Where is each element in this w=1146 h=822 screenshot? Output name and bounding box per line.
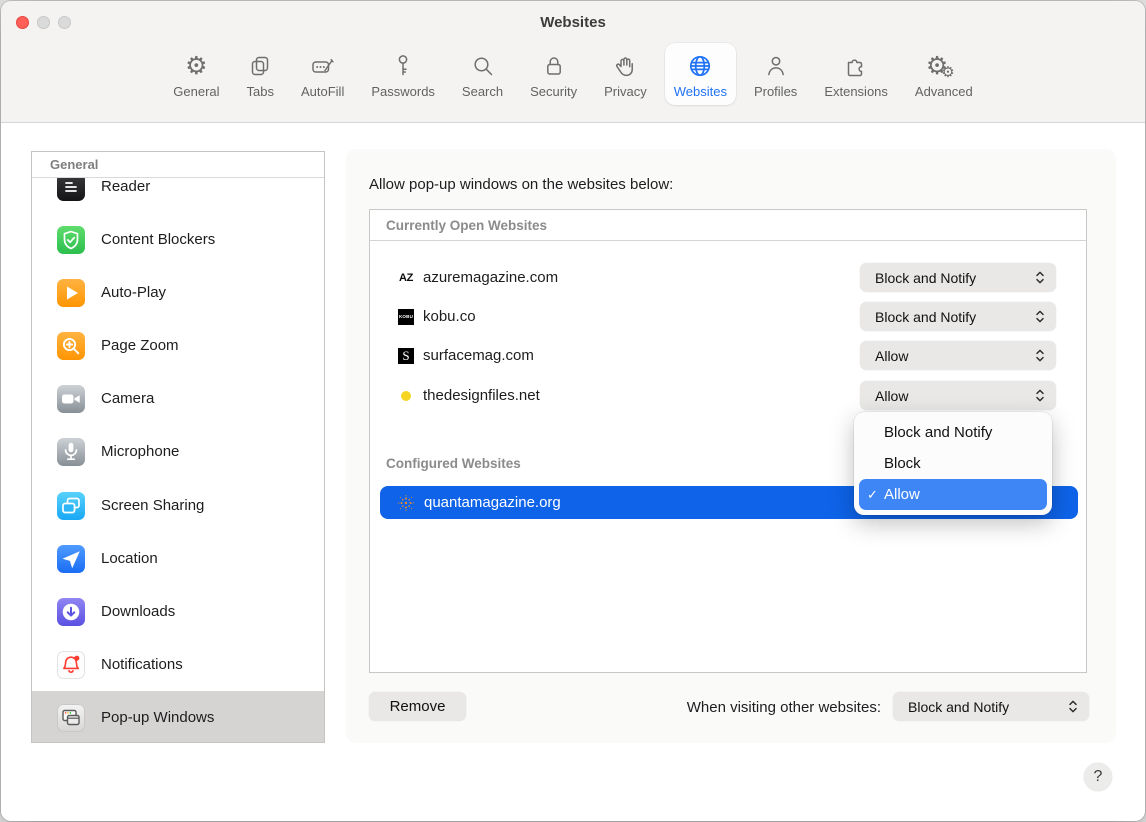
autofill-icon bbox=[310, 51, 336, 81]
sidebar-item-screen-sharing[interactable]: Screen Sharing bbox=[32, 479, 324, 532]
tab-websites[interactable]: Websites bbox=[665, 43, 736, 105]
checkmark-icon: ✓ bbox=[867, 487, 878, 503]
tab-autofill[interactable]: AutoFill bbox=[292, 43, 353, 105]
website-row-azuremagazine[interactable]: AZ azuremagazine.com Block and Notify bbox=[370, 258, 1086, 297]
thedesignfiles-favicon bbox=[397, 387, 415, 405]
lock-icon bbox=[542, 51, 566, 81]
chevron-up-down-icon bbox=[1034, 270, 1046, 285]
tab-advanced[interactable]: ⚙⚙ Advanced bbox=[906, 43, 982, 105]
quantamagazine-favicon bbox=[397, 494, 415, 512]
sidebar-item-page-zoom[interactable]: Page Zoom bbox=[32, 319, 324, 372]
puzzle-icon bbox=[843, 51, 869, 81]
tab-privacy[interactable]: Privacy bbox=[595, 43, 656, 105]
downloads-icon bbox=[57, 598, 85, 626]
notifications-bell-icon bbox=[57, 651, 85, 679]
hand-icon bbox=[613, 51, 637, 81]
auto-play-icon bbox=[57, 279, 85, 307]
menu-item-allow[interactable]: ✓ Allow bbox=[859, 479, 1047, 510]
window-title: Websites bbox=[1, 14, 1145, 31]
settings-sidebar: General Reader Content Blockers Auto-Pla… bbox=[31, 151, 325, 743]
camera-icon bbox=[57, 385, 85, 413]
website-row-thedesignfiles[interactable]: thedesignfiles.net Allow bbox=[370, 376, 1086, 415]
location-arrow-icon bbox=[57, 545, 85, 573]
configured-websites-header: Configured Websites bbox=[386, 456, 521, 471]
chevron-up-down-icon bbox=[1034, 388, 1046, 403]
tab-profiles[interactable]: Profiles bbox=[745, 43, 806, 105]
permission-popup-thedesignfiles[interactable]: Allow bbox=[860, 381, 1056, 410]
kobu-favicon: KOBU bbox=[397, 308, 415, 326]
permission-popup-azuremagazine[interactable]: Block and Notify bbox=[860, 263, 1056, 292]
menu-item-block[interactable]: Block bbox=[854, 448, 1052, 479]
sidebar-item-content-blockers[interactable]: Content Blockers bbox=[32, 213, 324, 266]
tabs-icon bbox=[248, 51, 272, 81]
sidebar-item-notifications[interactable]: Notifications bbox=[32, 638, 324, 691]
reader-icon bbox=[57, 178, 85, 201]
search-icon bbox=[471, 51, 495, 81]
permission-popup-surfacemag[interactable]: Allow bbox=[860, 341, 1056, 370]
screen-sharing-icon bbox=[57, 492, 85, 520]
menu-item-block-and-notify[interactable]: Block and Notify bbox=[854, 417, 1052, 448]
chevron-up-down-icon bbox=[1067, 699, 1079, 714]
person-icon bbox=[764, 51, 788, 81]
website-row-kobu[interactable]: KOBU kobu.co Block and Notify bbox=[370, 297, 1086, 336]
help-button[interactable]: ? bbox=[1084, 763, 1112, 791]
tab-tabs[interactable]: Tabs bbox=[238, 43, 283, 105]
permission-popup-kobu[interactable]: Block and Notify bbox=[860, 302, 1056, 331]
chevron-up-down-icon bbox=[1034, 309, 1046, 324]
currently-open-websites-header: Currently Open Websites bbox=[370, 210, 1086, 241]
permission-dropdown-menu: Block and Notify Block ✓ Allow bbox=[854, 412, 1052, 515]
tab-extensions[interactable]: Extensions bbox=[815, 43, 897, 105]
sidebar-item-microphone[interactable]: Microphone bbox=[32, 425, 324, 478]
when-visiting-other-websites-label: When visiting other websites: bbox=[601, 699, 881, 716]
remove-button[interactable]: Remove bbox=[369, 692, 466, 721]
window-chrome: Websites ⚙ General Tabs AutoFill bbox=[1, 1, 1145, 123]
panel-description: Allow pop-up windows on the websites bel… bbox=[369, 176, 673, 193]
popup-windows-icon bbox=[57, 704, 85, 732]
tab-passwords[interactable]: Passwords bbox=[362, 43, 444, 105]
sidebar-section-header: General bbox=[32, 152, 324, 178]
key-icon bbox=[391, 51, 415, 81]
website-row-surfacemag[interactable]: S surfacemag.com Allow bbox=[370, 336, 1086, 375]
sidebar-item-reader[interactable]: Reader bbox=[32, 178, 324, 213]
gear-icon: ⚙ bbox=[185, 51, 207, 81]
surfacemag-favicon: S bbox=[397, 347, 415, 365]
globe-icon bbox=[687, 51, 713, 81]
sidebar-item-popup-windows[interactable]: Pop-up Windows bbox=[32, 691, 324, 742]
content-blockers-icon bbox=[57, 226, 85, 254]
sidebar-item-location[interactable]: Location bbox=[32, 532, 324, 585]
sidebar-item-camera[interactable]: Camera bbox=[32, 372, 324, 425]
settings-tab-bar: ⚙ General Tabs AutoFill Passwords bbox=[1, 43, 1145, 117]
sidebar-item-auto-play[interactable]: Auto-Play bbox=[32, 266, 324, 319]
azuremagazine-favicon: AZ bbox=[397, 269, 415, 287]
default-permission-popup[interactable]: Block and Notify bbox=[893, 692, 1089, 721]
sidebar-list: Reader Content Blockers Auto-Play Page Z… bbox=[32, 178, 324, 742]
microphone-icon bbox=[57, 438, 85, 466]
safari-settings-window: Websites ⚙ General Tabs AutoFill bbox=[1, 1, 1145, 821]
chevron-up-down-icon bbox=[1034, 348, 1046, 363]
gears-icon: ⚙⚙ bbox=[926, 51, 962, 81]
sidebar-item-downloads[interactable]: Downloads bbox=[32, 585, 324, 638]
page-zoom-icon bbox=[57, 332, 85, 360]
tab-search[interactable]: Search bbox=[453, 43, 512, 105]
tab-security[interactable]: Security bbox=[521, 43, 586, 105]
tab-general[interactable]: ⚙ General bbox=[164, 43, 228, 105]
